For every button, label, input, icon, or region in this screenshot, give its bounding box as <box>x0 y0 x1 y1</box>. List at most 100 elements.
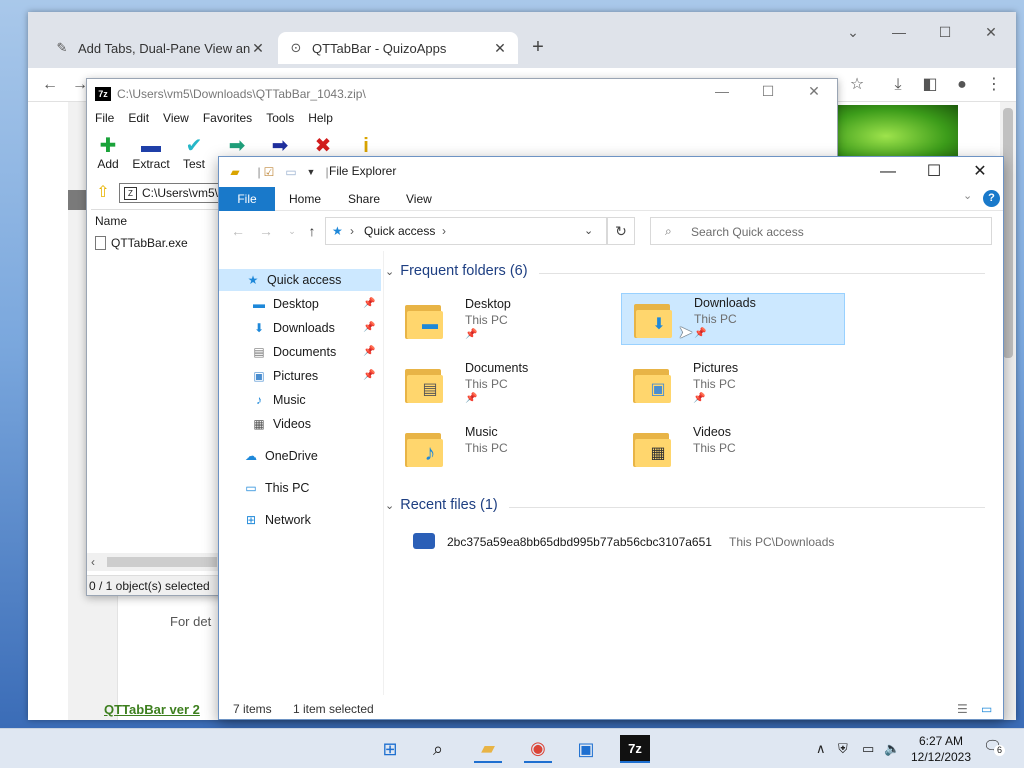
chrome-icon[interactable]: ◉ <box>524 735 552 763</box>
menu-tools[interactable]: Tools <box>264 109 300 129</box>
folder-tile-documents[interactable]: ▤ Documents This PC 📌 <box>393 359 617 411</box>
extract-button[interactable]: ▬ Extract <box>130 135 172 171</box>
copy-button[interactable]: ➡ <box>216 135 258 157</box>
nav-item-pictures[interactable]: ▣ Pictures 📌 <box>219 365 381 387</box>
pin-icon[interactable]: 📌 <box>363 370 375 381</box>
qat-dropdown-icon[interactable]: ▼ <box>303 164 319 180</box>
maximize-button[interactable]: ☐ <box>911 160 957 184</box>
nav-item-videos[interactable]: ▦ Videos <box>219 413 381 435</box>
menu-favorites[interactable]: Favorites <box>201 109 258 129</box>
nav-item-network[interactable]: ⊞ Network <box>219 509 381 531</box>
notifications-icon[interactable]: 🗨 6 <box>983 737 1005 757</box>
download-icon[interactable]: ⤓ <box>886 74 910 96</box>
breadcrumb-separator[interactable]: › <box>442 224 446 238</box>
profile-icon[interactable]: ● <box>950 74 974 96</box>
help-icon[interactable]: ? <box>983 190 1000 207</box>
back-icon[interactable]: ← <box>38 74 62 96</box>
horizontal-scrollbar[interactable]: ‹ <box>87 553 219 571</box>
address-bar[interactable]: ★ › Quick access › ⌄ <box>325 217 607 245</box>
maximize-button[interactable]: ☐ <box>745 83 791 105</box>
menu-help[interactable]: Help <box>306 109 339 129</box>
refresh-icon[interactable]: ↻ <box>607 217 635 245</box>
new-tab-button[interactable]: + <box>526 36 550 60</box>
scroll-thumb[interactable] <box>107 557 217 567</box>
tab-share[interactable]: Share <box>348 187 380 211</box>
store-icon[interactable]: ▣ <box>572 735 600 763</box>
download-link[interactable]: QTTabBar ver 2 <box>104 702 200 717</box>
nav-item-this-pc[interactable]: ▭ This PC <box>219 477 381 499</box>
recent-files-header[interactable]: ⌄ Recent files (1) <box>385 497 498 513</box>
nav-item-documents[interactable]: ▤ Documents 📌 <box>219 341 381 363</box>
info-button[interactable]: i <box>345 135 387 157</box>
bookmark-star-icon[interactable]: ☆ <box>845 74 869 96</box>
folder-tile-downloads[interactable]: ⬇ Downloads This PC 📌 <box>621 293 845 345</box>
side-panel-icon[interactable]: ◧ <box>918 74 942 96</box>
pin-icon[interactable]: 📌 <box>363 346 375 357</box>
folder-tile-desktop[interactable]: ▬ Desktop This PC 📌 <box>393 295 617 347</box>
menu-edit[interactable]: Edit <box>126 109 155 129</box>
recent-locations-icon[interactable]: ⌄ <box>283 223 301 239</box>
network-tray-icon[interactable]: ▭ <box>862 741 874 757</box>
move-button[interactable]: ➡ <box>259 135 301 157</box>
minimize-button[interactable]: — <box>699 83 745 105</box>
minimize-button[interactable]: — <box>876 24 922 46</box>
folder-up-icon[interactable]: ⇧ <box>93 183 113 203</box>
scroll-left-icon[interactable]: ‹ <box>91 555 95 569</box>
up-icon[interactable]: ↑ <box>303 223 321 239</box>
close-tab-icon[interactable]: ✕ <box>492 40 508 57</box>
close-tab-icon[interactable]: ✕ <box>250 40 266 57</box>
nav-item-quick-access[interactable]: ★ Quick access <box>219 269 381 291</box>
column-header-name[interactable]: Name <box>95 214 127 228</box>
file-explorer-icon[interactable]: ▰ <box>474 735 502 763</box>
minimize-button[interactable]: — <box>865 160 911 184</box>
browser-tab-1[interactable]: ✎ Add Tabs, Dual-Pane View and A ✕ <box>44 32 276 64</box>
browser-tab-2[interactable]: ⊙ QTTabBar - QuizoApps ✕ <box>278 32 518 64</box>
nav-item-music[interactable]: ♪ Music <box>219 389 381 411</box>
new-folder-icon[interactable]: ▭ <box>283 164 299 180</box>
menu-icon[interactable]: ⋮ <box>982 74 1006 96</box>
close-button[interactable]: ✕ <box>791 83 837 105</box>
clock[interactable]: 6:27 AM 12/12/2023 <box>906 733 976 765</box>
search-input[interactable]: ⌕ Search Quick access <box>650 217 992 245</box>
tab-home[interactable]: Home <box>289 187 321 211</box>
details-view-icon[interactable]: ☰ <box>957 702 968 716</box>
start-icon[interactable]: ⊞ <box>376 735 404 763</box>
page-scroll-thumb[interactable] <box>1003 108 1013 358</box>
large-icons-view-icon[interactable]: ▭ <box>981 702 992 716</box>
back-icon[interactable]: ← <box>229 223 247 239</box>
maximize-button[interactable]: ☐ <box>922 24 968 46</box>
chevron-down-icon[interactable]: ⌄ <box>584 224 593 237</box>
nav-item-desktop[interactable]: ▬ Desktop 📌 <box>219 293 381 315</box>
folder-tile-pictures[interactable]: ▣ Pictures This PC 📌 <box>621 359 845 411</box>
frequent-folders-header[interactable]: ⌄ Frequent folders (6) <box>385 263 528 279</box>
properties-icon[interactable]: ☑ <box>261 164 277 180</box>
pin-icon[interactable]: 📌 <box>363 322 375 333</box>
close-button[interactable]: ✕ <box>957 160 1003 184</box>
tab-search-icon[interactable]: ⌄ <box>830 24 876 46</box>
nav-item-downloads[interactable]: ⬇ Downloads 📌 <box>219 317 381 339</box>
volume-icon[interactable]: 🔈 <box>884 741 900 757</box>
recent-file-row[interactable]: 2bc375a59ea8bb65dbd995b77ab56cbc3107a651… <box>411 531 971 553</box>
delete-button[interactable]: ✖ <box>302 135 344 157</box>
file-row[interactable]: QTTabBar.exe <box>95 236 188 250</box>
nav-item-onedrive[interactable]: ☁ OneDrive <box>219 445 381 467</box>
folder-tile-videos[interactable]: ▦ Videos This PC <box>621 423 845 475</box>
pane-divider[interactable] <box>383 251 384 695</box>
folder-tile-music[interactable]: ♪ Music This PC <box>393 423 617 475</box>
search-icon[interactable]: ⌕ <box>424 735 452 763</box>
menu-file[interactable]: File <box>93 109 120 129</box>
pin-icon[interactable]: 📌 <box>363 298 375 309</box>
add-button[interactable]: ✚ Add <box>87 135 129 171</box>
explorer-scrollbar[interactable] <box>987 251 1003 695</box>
close-button[interactable]: ✕ <box>968 24 1014 46</box>
tab-view[interactable]: View <box>406 187 432 211</box>
tab-file[interactable]: File <box>219 187 275 211</box>
security-icon[interactable]: ⛨ <box>838 741 848 757</box>
test-button[interactable]: ✔ Test <box>173 135 215 171</box>
menu-view[interactable]: View <box>161 109 195 129</box>
7zip-taskbar-icon[interactable]: 7z <box>620 735 650 763</box>
expand-ribbon-icon[interactable]: ⌄ <box>963 189 972 202</box>
address-text[interactable]: Quick access <box>364 224 435 238</box>
chevron-up-icon[interactable]: ∧ <box>816 741 826 757</box>
forward-icon[interactable]: → <box>257 223 275 239</box>
